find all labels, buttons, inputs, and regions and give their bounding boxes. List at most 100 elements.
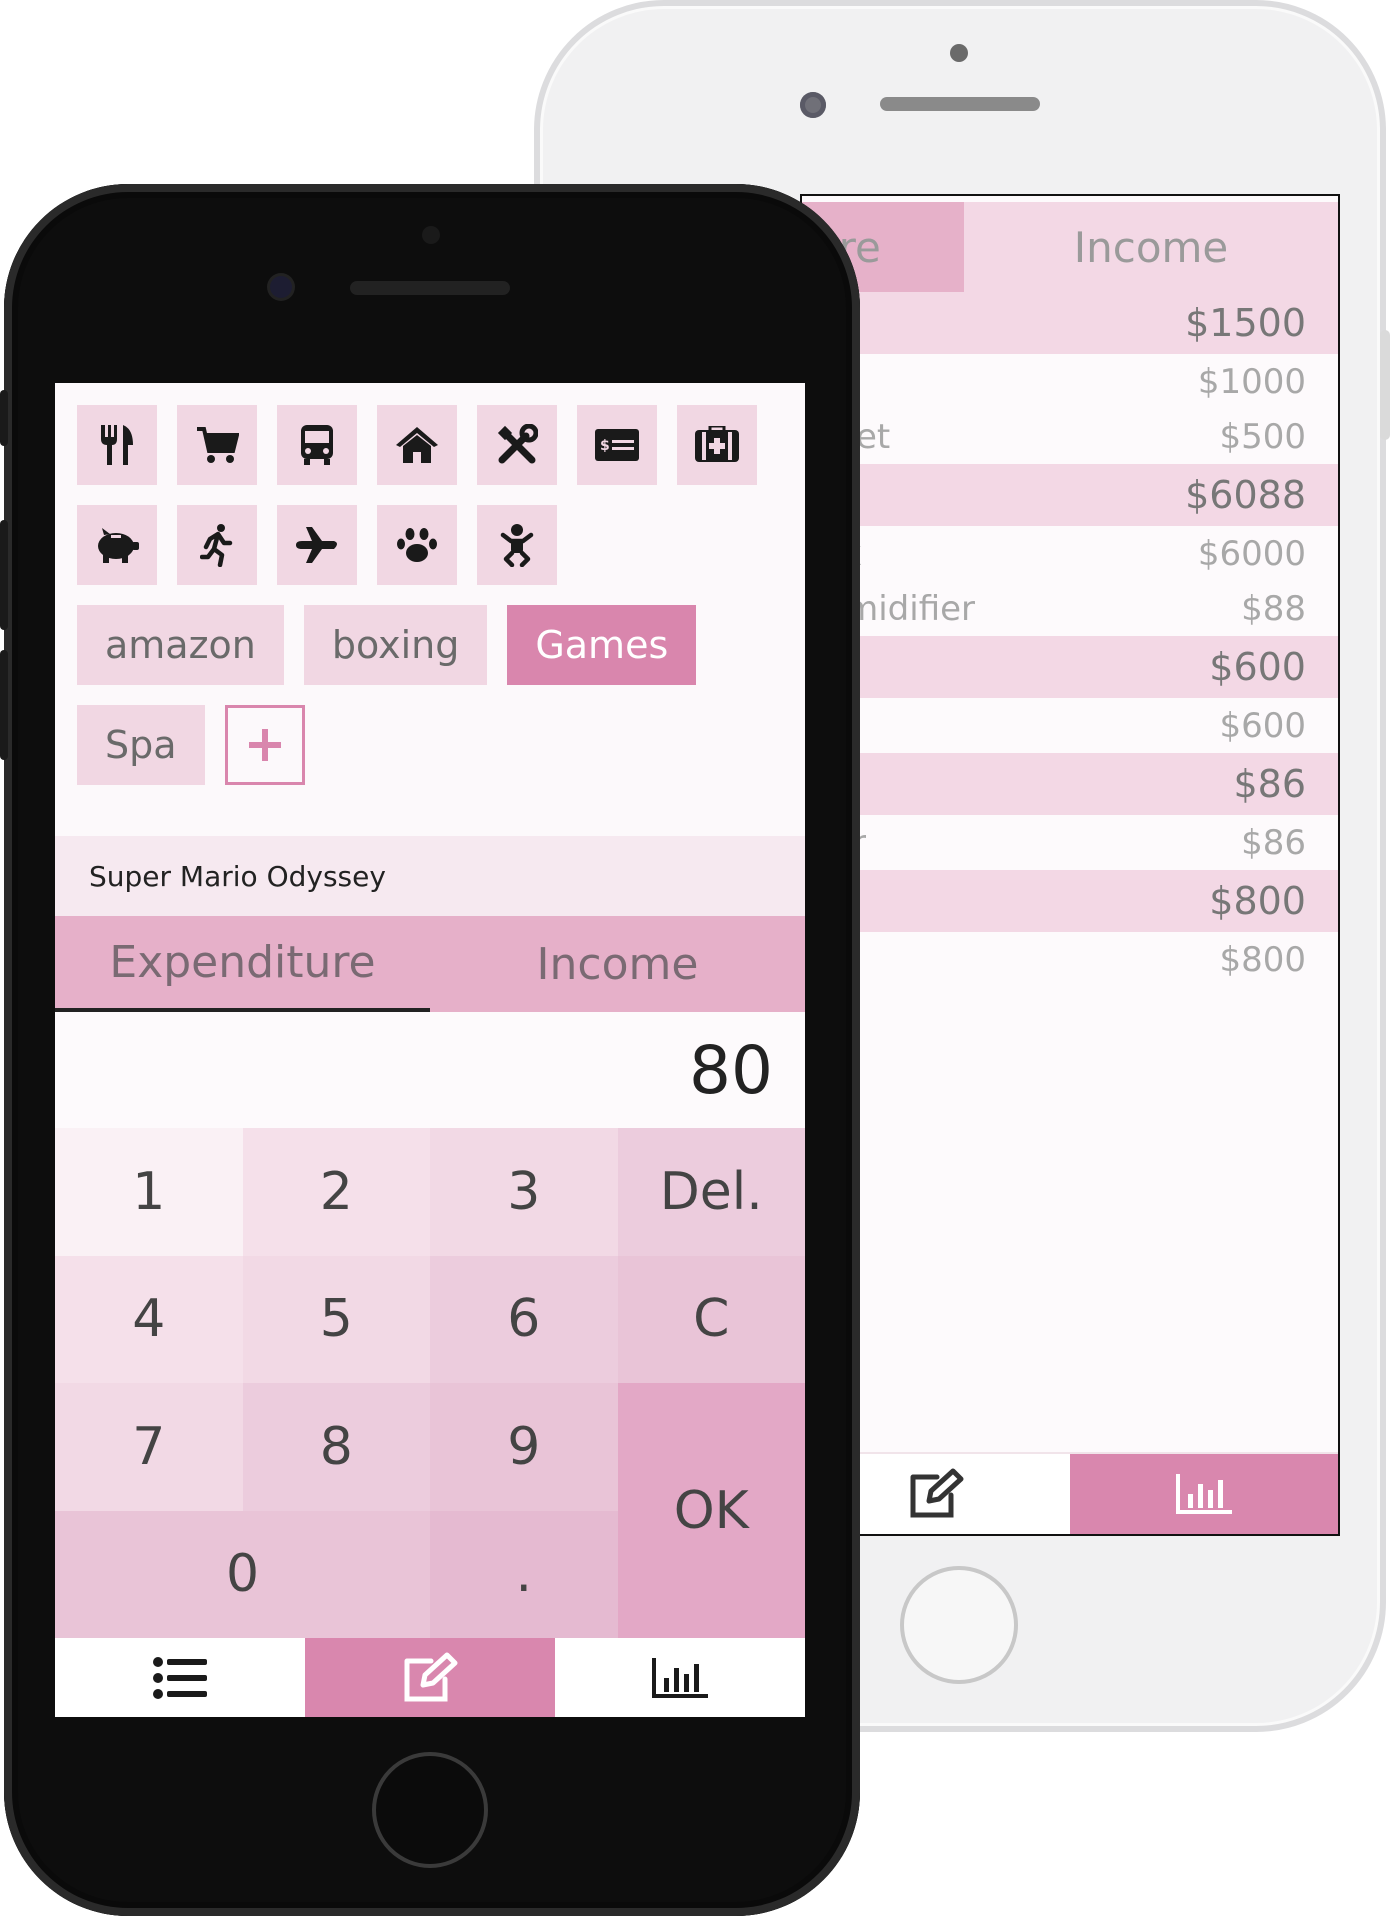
back-tab-income-label: Income xyxy=(1073,222,1229,272)
key-decimal[interactable]: . xyxy=(430,1510,618,1638)
amount-value: 80 xyxy=(689,1031,773,1109)
tools-icon xyxy=(497,424,538,464)
key-2[interactable]: 2 xyxy=(242,1128,430,1256)
back-transaction-row[interactable]: iver$86 xyxy=(802,815,1338,870)
category-transport-button[interactable] xyxy=(277,405,357,485)
back-phone-speaker xyxy=(880,97,1040,111)
back-transaction-row[interactable]: urn$800 xyxy=(802,932,1338,987)
back-group-row[interactable]: $6088 xyxy=(802,464,1338,526)
key-label: 3 xyxy=(507,1161,541,1222)
category-home-button[interactable] xyxy=(377,405,457,485)
front-phone-home-button xyxy=(372,1752,488,1868)
row-amount: $1500 xyxy=(1185,301,1306,345)
category-row-2 xyxy=(77,505,757,585)
back-transaction-row[interactable]: eck$6000 xyxy=(802,526,1338,581)
chart-icon xyxy=(1176,1474,1232,1514)
tag-amazon[interactable]: amazon xyxy=(77,605,284,685)
tag-games[interactable]: Games xyxy=(507,605,697,685)
front-phone-volume-up xyxy=(0,520,8,630)
row-amount: $1000 xyxy=(1197,361,1306,402)
key-label: 9 xyxy=(507,1416,541,1477)
bus-icon xyxy=(301,425,333,465)
key-8[interactable]: 8 xyxy=(242,1383,430,1511)
back-type-tabs: ure Income xyxy=(802,202,1338,292)
row-amount: $86 xyxy=(1241,822,1306,863)
category-baby-button[interactable] xyxy=(477,505,557,585)
category-row-1: $ xyxy=(77,405,757,485)
category-sports-button[interactable] xyxy=(177,505,257,585)
key-0[interactable]: 0 xyxy=(55,1510,430,1638)
key-label: OK xyxy=(673,1480,749,1541)
key-clear[interactable]: C xyxy=(617,1255,805,1383)
key-label: 0 xyxy=(225,1544,260,1605)
nav-edit[interactable] xyxy=(305,1638,555,1717)
category-savings-button[interactable] xyxy=(77,505,157,585)
tab-expenditure[interactable]: Expenditure xyxy=(55,916,430,1012)
key-ok[interactable]: OK xyxy=(617,1383,805,1638)
back-transaction-row[interactable]: g bet$500 xyxy=(802,409,1338,464)
key-label: . xyxy=(515,1544,533,1605)
note-field[interactable]: Super Mario Odyssey xyxy=(55,836,805,916)
key-3[interactable]: 3 xyxy=(430,1128,618,1256)
back-tab-income[interactable]: Income xyxy=(964,202,1338,292)
key-label: 8 xyxy=(319,1416,353,1477)
back-transaction-row[interactable]: ce$1000 xyxy=(802,354,1338,409)
svg-text:$: $ xyxy=(600,438,610,454)
key-delete[interactable]: Del. xyxy=(617,1128,805,1256)
runner-icon xyxy=(200,524,233,567)
back-group-row[interactable]: $600 xyxy=(802,636,1338,698)
back-group-row[interactable]: $1500 xyxy=(802,292,1338,354)
utensils-icon xyxy=(101,425,133,465)
key-5[interactable]: 5 xyxy=(242,1255,430,1383)
row-amount: $88 xyxy=(1241,588,1306,629)
key-1[interactable]: 1 xyxy=(55,1128,243,1256)
back-transaction-row[interactable]: ce$600 xyxy=(802,698,1338,753)
back-phone-side-button xyxy=(1380,330,1390,440)
key-7[interactable]: 7 xyxy=(55,1383,243,1511)
category-medical-button[interactable] xyxy=(677,405,757,485)
category-pets-button[interactable] xyxy=(377,505,457,585)
category-shopping-button[interactable] xyxy=(177,405,257,485)
note-text: Super Mario Odyssey xyxy=(89,859,386,893)
tag-label: boxing xyxy=(331,623,460,667)
category-food-button[interactable] xyxy=(77,405,157,485)
tag-label: amazon xyxy=(105,623,256,667)
key-4[interactable]: 4 xyxy=(55,1255,243,1383)
category-icon-grid: $ xyxy=(77,405,757,605)
paw-icon xyxy=(397,528,437,562)
key-9[interactable]: 9 xyxy=(430,1383,618,1511)
back-phone-screen: ure Income $1500 ce$1000g bet$500 $6088 eck… xyxy=(800,194,1340,1536)
tab-income[interactable]: Income xyxy=(430,916,805,1012)
plus-icon xyxy=(248,729,281,761)
back-transaction-row[interactable]: humidifier $88 xyxy=(802,581,1338,636)
category-bills-button[interactable]: $ xyxy=(577,405,657,485)
cart-icon xyxy=(197,427,239,463)
front-phone-screen: $ amazon boxing Games Spa Super Mario Od… xyxy=(55,383,805,1717)
key-6[interactable]: 6 xyxy=(430,1255,618,1383)
row-amount: $6088 xyxy=(1185,473,1306,517)
home-icon xyxy=(396,427,438,463)
back-group-row[interactable]: $800 xyxy=(802,870,1338,932)
tag-boxing[interactable]: boxing xyxy=(303,605,488,685)
back-nav-chart[interactable] xyxy=(1070,1454,1338,1534)
key-label: C xyxy=(693,1289,730,1350)
back-phone-home-button xyxy=(900,1566,1018,1684)
tag-spa[interactable]: Spa xyxy=(77,705,205,785)
back-group-row[interactable]: $86 xyxy=(802,753,1338,815)
row-amount: $86 xyxy=(1233,762,1306,806)
key-label: 7 xyxy=(132,1416,166,1477)
chart-icon xyxy=(652,1657,708,1698)
category-travel-button[interactable] xyxy=(277,505,357,585)
row-amount: $500 xyxy=(1219,416,1306,457)
amount-display: 80 xyxy=(55,1012,805,1128)
list-icon xyxy=(153,1656,207,1699)
tag-label: Games xyxy=(535,623,669,667)
category-repairs-button[interactable] xyxy=(477,405,557,485)
nav-chart[interactable] xyxy=(555,1638,805,1717)
money-card-icon: $ xyxy=(595,429,639,461)
bottom-nav xyxy=(55,1638,805,1717)
front-phone-camera xyxy=(270,276,292,298)
row-amount: $600 xyxy=(1219,705,1306,746)
nav-list[interactable] xyxy=(55,1638,305,1717)
add-tag-button[interactable] xyxy=(224,705,305,785)
